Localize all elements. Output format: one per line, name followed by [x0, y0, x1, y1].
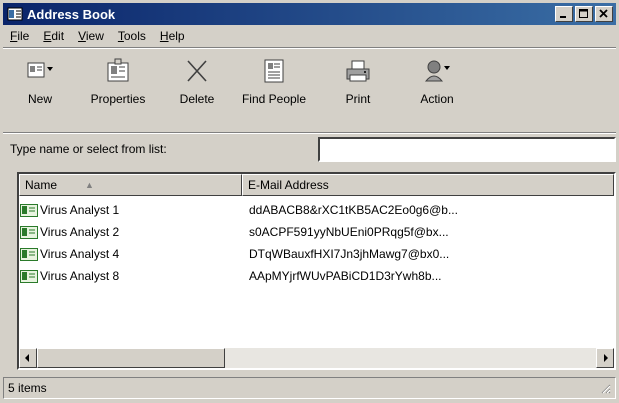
contact-email: DTqWBauxfHXI7Jn3jhMawg7@bx0...	[249, 247, 450, 261]
menu-bar: File Edit View Tools Help	[10, 26, 185, 46]
contact-email: ddABACB8&rXC1tKB5AC2Eo0g6@b...	[249, 203, 458, 217]
properties-label: Properties	[90, 92, 146, 106]
contact-name: Virus Analyst 2	[40, 225, 120, 239]
action-button[interactable]: Action	[396, 50, 478, 130]
contact-card-icon	[20, 203, 38, 217]
toolbar-separator	[3, 132, 616, 134]
print-button[interactable]: Print	[320, 50, 396, 130]
find-people-button[interactable]: Find People	[228, 50, 320, 130]
status-text: 5 items	[8, 381, 47, 395]
search-label: Type name or select from list:	[10, 142, 167, 156]
contact-name: Virus Analyst 1	[40, 203, 120, 217]
find-people-label: Find People	[241, 92, 307, 106]
contact-name: Virus Analyst 8	[40, 269, 120, 283]
properties-icon	[103, 56, 133, 86]
scroll-thumb[interactable]	[37, 348, 225, 368]
find-people-icon	[259, 56, 289, 86]
minimize-icon	[560, 16, 566, 18]
new-button[interactable]: New	[10, 50, 70, 130]
maximize-button[interactable]	[575, 6, 593, 22]
delete-button[interactable]: Delete	[166, 50, 228, 130]
arrow-left-icon	[25, 354, 29, 362]
properties-button[interactable]: Properties	[70, 50, 166, 130]
sort-ascending-icon: ▲	[85, 180, 94, 190]
status-bar: 5 items	[3, 377, 616, 399]
action-icon	[422, 56, 452, 86]
list-item[interactable]: Virus Analyst 2 s0ACPF591yyNbUEni0PRqg5f…	[19, 221, 614, 243]
list-header: Name ▲ E-Mail Address	[19, 174, 614, 196]
menu-tools[interactable]: Tools	[118, 29, 146, 43]
scroll-left-button[interactable]	[19, 348, 37, 368]
column-header-name[interactable]: Name ▲	[19, 174, 242, 196]
horizontal-scrollbar[interactable]	[19, 348, 614, 368]
contact-card-icon	[20, 225, 38, 239]
contact-card-icon	[20, 247, 38, 261]
toolbar: New Properties Delete Find People Print …	[10, 50, 478, 130]
print-icon	[343, 56, 373, 86]
new-label: New	[27, 92, 52, 106]
scroll-right-button[interactable]	[596, 348, 614, 368]
menu-view[interactable]: View	[78, 29, 104, 43]
contacts-list[interactable]: Name ▲ E-Mail Address Virus Analyst 1 dd…	[17, 172, 616, 370]
delete-icon	[182, 56, 212, 86]
search-input[interactable]	[318, 137, 616, 162]
contact-email: AApMYjrfWUvPABiCD1D3rYwh8b...	[249, 269, 442, 283]
menu-help[interactable]: Help	[160, 29, 185, 43]
close-button[interactable]	[595, 6, 613, 22]
action-label: Action	[420, 92, 454, 106]
title-bar[interactable]: Address Book	[3, 3, 616, 25]
column-header-email[interactable]: E-Mail Address	[242, 174, 614, 196]
list-item[interactable]: Virus Analyst 1 ddABACB8&rXC1tKB5AC2Eo0g…	[19, 199, 614, 221]
scroll-track[interactable]	[37, 348, 596, 368]
arrow-right-icon	[604, 354, 608, 362]
address-book-icon	[7, 6, 23, 22]
window-title: Address Book	[27, 6, 116, 22]
contact-name: Virus Analyst 4	[40, 247, 120, 261]
new-icon	[25, 56, 55, 86]
menu-separator	[3, 47, 616, 49]
menu-edit[interactable]: Edit	[43, 29, 64, 43]
address-book-window: Address Book File Edit View Tools Help N…	[0, 0, 619, 403]
menu-file[interactable]: File	[10, 29, 29, 43]
list-item[interactable]: Virus Analyst 4 DTqWBauxfHXI7Jn3jhMawg7@…	[19, 243, 614, 265]
delete-label: Delete	[179, 92, 215, 106]
resize-grip-icon[interactable]	[599, 382, 611, 394]
minimize-button[interactable]	[555, 6, 573, 22]
list-item[interactable]: Virus Analyst 8 AApMYjrfWUvPABiCD1D3rYwh…	[19, 265, 614, 287]
list-rows: Virus Analyst 1 ddABACB8&rXC1tKB5AC2Eo0g…	[19, 199, 614, 287]
close-icon	[599, 9, 608, 18]
contact-email: s0ACPF591yyNbUEni0PRqg5f@bx...	[249, 225, 449, 239]
contact-card-icon	[20, 269, 38, 283]
maximize-icon	[579, 9, 588, 18]
print-label: Print	[345, 92, 371, 106]
